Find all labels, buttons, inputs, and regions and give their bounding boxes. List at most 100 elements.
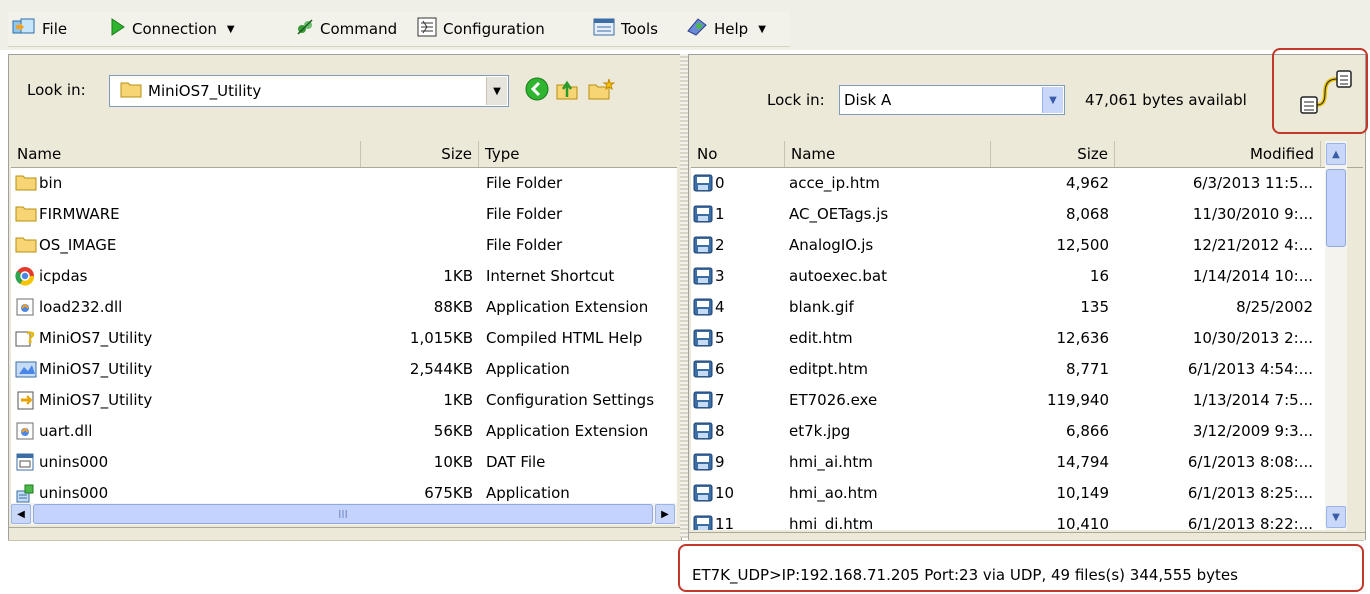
dll-icon: [15, 297, 35, 321]
table-row[interactable]: 5 edit.htm 12,636 10/30/2013 2:...: [691, 323, 1325, 354]
table-row[interactable]: unins000 10KB DAT File: [11, 447, 677, 478]
table-row[interactable]: OS_IMAGE File Folder: [11, 230, 677, 261]
file-menu[interactable]: File: [12, 18, 67, 40]
file-name: FIRMWARE: [39, 205, 120, 223]
column-header-no[interactable]: No: [691, 141, 785, 167]
table-row[interactable]: 9 hmi_ai.htm 14,794 6/1/2013 8:08:...: [691, 447, 1325, 478]
table-row[interactable]: ? MiniOS7_Utility 1,015KB Compiled HTML Hel…: [11, 323, 677, 354]
file-name: bin: [39, 174, 63, 192]
table-row[interactable]: uart.dll 56KB Application Extension: [11, 416, 677, 447]
file-size: 10,410: [1056, 515, 1110, 530]
left-horizontal-scrollbar[interactable]: ◀ III ▶: [11, 503, 677, 525]
table-row[interactable]: 0 acce_ip.htm 4,962 6/3/2013 11:5...: [691, 168, 1325, 199]
chrome-shortcut-icon: [15, 266, 35, 290]
left-status-bar: [9, 527, 681, 540]
configuration-menu-label: Configuration: [443, 20, 545, 38]
column-header-size[interactable]: Size: [361, 141, 479, 167]
config-settings-icon: [15, 390, 37, 414]
file-size: 12,500: [1056, 236, 1110, 254]
column-header-size[interactable]: Size: [991, 141, 1115, 167]
scroll-grip: III: [338, 507, 348, 521]
left-look-in-dropdown-button[interactable]: ▼: [486, 77, 507, 105]
floppy-disk-icon: [693, 329, 713, 347]
table-row[interactable]: 8 et7k.jpg 6,866 3/12/2009 9:3...: [691, 416, 1325, 447]
file-size: 14,794: [1056, 453, 1110, 471]
tools-menu[interactable]: Tools: [593, 18, 658, 40]
right-look-in-dropdown-button[interactable]: ▼: [1042, 87, 1063, 113]
column-header-name[interactable]: Name: [785, 141, 991, 167]
installer-icon: [15, 483, 37, 503]
folder-icon: [15, 235, 37, 257]
help-file-icon: ?: [15, 328, 37, 352]
file-number: 0: [715, 174, 725, 192]
file-modified: 6/3/2013 11:5...: [1192, 174, 1313, 192]
file-type: File Folder: [486, 205, 563, 223]
file-modified: 12/21/2012 4:...: [1192, 236, 1313, 254]
right-look-in-combo[interactable]: Disk A ▼: [839, 85, 1065, 115]
file-number: 9: [715, 453, 725, 471]
file-type: Application Extension: [486, 298, 649, 316]
scroll-down-button[interactable]: ▼: [1326, 506, 1346, 528]
column-header-type[interactable]: Type: [479, 141, 677, 167]
scroll-left-button[interactable]: ◀: [11, 504, 31, 524]
left-list-header: Name Size Type: [11, 141, 677, 168]
horizontal-scroll-thumb[interactable]: III: [33, 504, 653, 524]
help-menu[interactable]: Help ▼: [686, 18, 766, 40]
file-size: 1KB: [443, 267, 473, 285]
scroll-right-button[interactable]: ▶: [655, 504, 675, 524]
table-row[interactable]: 4 blank.gif 135 8/25/2002: [691, 292, 1325, 323]
left-look-in-combo[interactable]: MiniOS7_Utility ▼: [109, 75, 509, 107]
file-number: 8: [715, 422, 725, 440]
table-row[interactable]: 3 autoexec.bat 16 1/14/2014 10:...: [691, 261, 1325, 292]
back-icon[interactable]: [525, 77, 549, 105]
file-modified: 3/12/2009 9:3...: [1192, 422, 1313, 440]
table-row[interactable]: unins000 675KB Application: [11, 478, 677, 503]
file-size: 2,544KB: [409, 360, 473, 378]
file-type: Application: [486, 360, 570, 378]
file-name: editpt.htm: [789, 360, 868, 378]
scroll-up-button[interactable]: ▲: [1326, 143, 1346, 165]
table-row[interactable]: load232.dll 88KB Application Extension: [11, 292, 677, 323]
table-row[interactable]: icpdas 1KB Internet Shortcut: [11, 261, 677, 292]
vertical-scroll-thumb[interactable]: [1326, 169, 1346, 247]
file-size: [361, 230, 473, 261]
column-header-modified[interactable]: Modified: [1115, 141, 1321, 167]
panel-splitter[interactable]: [680, 54, 688, 538]
table-row[interactable]: 11 hmi_di.htm 10,410 6/1/2013 8:22:...: [691, 509, 1325, 530]
configuration-menu[interactable]: Configuration: [417, 17, 545, 40]
up-folder-icon[interactable]: [555, 77, 579, 105]
table-row[interactable]: MiniOS7_Utility 1KB Configuration Settings: [11, 385, 677, 416]
table-row[interactable]: 2 AnalogIO.js 12,500 12/21/2012 4:...: [691, 230, 1325, 261]
file-modified: 6/1/2013 4:54:...: [1187, 360, 1313, 378]
file-name: acce_ip.htm: [789, 174, 880, 192]
table-row[interactable]: 10 hmi_ao.htm 10,149 6/1/2013 8:25:...: [691, 478, 1325, 509]
table-row[interactable]: 7 ET7026.exe 119,940 1/13/2014 7:5...: [691, 385, 1325, 416]
chevron-right-icon: ▶: [661, 508, 669, 520]
file-size: 6,866: [1066, 422, 1109, 440]
file-size: [361, 199, 473, 230]
right-vertical-scrollbar[interactable]: ▲ ▼: [1325, 141, 1347, 530]
floppy-disk-icon: [693, 360, 713, 378]
chevron-down-icon: ▼: [1049, 94, 1057, 106]
table-row[interactable]: bin File Folder: [11, 168, 677, 199]
file-name: hmi_ao.htm: [789, 484, 878, 502]
file-name: autoexec.bat: [789, 267, 887, 285]
command-menu[interactable]: Command: [296, 18, 397, 40]
file-modified: 1/13/2014 7:5...: [1192, 391, 1313, 409]
file-modified: 6/1/2013 8:08:...: [1187, 453, 1313, 471]
table-row[interactable]: 1 AC_OETags.js 8,068 11/30/2010 9:...: [691, 199, 1325, 230]
chevron-down-icon: ▼: [1332, 511, 1340, 523]
table-row[interactable]: FIRMWARE File Folder: [11, 199, 677, 230]
table-row[interactable]: 6 editpt.htm 8,771 6/1/2013 4:54:...: [691, 354, 1325, 385]
connection-menu[interactable]: Connection ▼: [110, 18, 235, 40]
right-look-in-label: Lock in:: [767, 91, 825, 109]
folder-icon: [120, 80, 142, 102]
new-folder-icon[interactable]: [587, 77, 616, 105]
file-modified: 10/30/2013 2:...: [1192, 329, 1313, 347]
table-row[interactable]: MiniOS7_Utility 2,544KB Application: [11, 354, 677, 385]
floppy-disk-icon: [693, 298, 713, 316]
file-number: 3: [715, 267, 725, 285]
file-name: AnalogIO.js: [789, 236, 874, 254]
free-space-text: 47,061 bytes availabl: [1085, 91, 1247, 109]
column-header-name[interactable]: Name: [11, 141, 361, 167]
